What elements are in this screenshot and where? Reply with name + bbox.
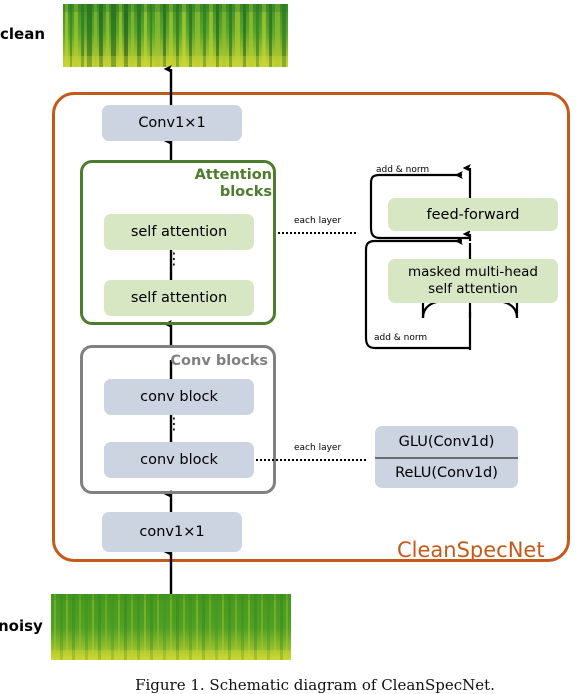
attention-blocks-label-line1: Attention [194,167,272,183]
input-conv1x1-box[interactable]: conv1×1 [102,512,242,552]
attention-each-layer-dotted-line [278,232,356,234]
add-norm-label-bottom: add & norm [374,333,428,343]
output-conv1x1-box[interactable]: Conv1×1 [102,105,242,141]
masked-attention-line2: self attention [428,281,518,297]
conv-block-box-top[interactable]: conv block [104,379,254,415]
relu-conv1d-row[interactable]: ReLU(Conv1d) [375,457,518,488]
feed-forward-box[interactable]: feed-forward [388,198,558,231]
masked-attention-line1: masked multi-head [407,264,539,280]
conv-ellipsis: ⋮ [166,414,182,433]
conv-block-box-bottom[interactable]: conv block [104,442,254,478]
self-attention-box-top[interactable]: self attention [104,214,254,250]
attention-blocks-label: Attention blocks [180,167,272,201]
attention-ellipsis: ⋮ [166,249,182,268]
conv-each-layer-label: each layer [294,443,342,453]
glu-conv1d-row[interactable]: GLU(Conv1d) [375,426,518,457]
conv-blocks-label: Conv blocks [170,353,268,369]
figure-caption: Figure 1. Schematic diagram of CleanSpec… [135,676,495,694]
conv-each-layer-dotted-line [256,459,366,461]
self-attention-box-bottom[interactable]: self attention [104,280,254,316]
attention-blocks-label-line2: blocks [219,184,272,200]
conv-detail-divider [375,457,518,459]
connector-lines [163,65,519,594]
attention-each-layer-label: each layer [294,216,342,226]
masked-multihead-self-attention-box[interactable]: masked multi-head self attention [388,259,558,303]
add-norm-label-top: add & norm [376,165,430,175]
